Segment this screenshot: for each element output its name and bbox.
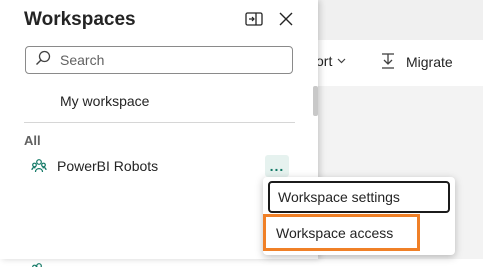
search-input[interactable] — [58, 51, 282, 69]
workspace-item[interactable]: PowerBI Robots — [24, 156, 295, 176]
pin-panel-icon — [245, 11, 263, 31]
workspace-icon-partial — [31, 254, 47, 272]
workspace-icon — [31, 158, 47, 179]
close-panel-button[interactable] — [276, 11, 296, 31]
workspace-label: PowerBI Robots — [57, 158, 159, 174]
migrate-button[interactable]: Migrate — [380, 53, 453, 70]
chevron-down-icon — [337, 58, 346, 64]
import-label: ort — [316, 53, 333, 69]
pin-panel-button[interactable] — [244, 11, 264, 31]
divider — [24, 122, 295, 123]
close-icon — [279, 12, 293, 31]
more-options-button[interactable]: ... — [265, 155, 289, 177]
my-workspace-item[interactable]: My workspace — [60, 93, 149, 109]
section-label-all: All — [24, 133, 41, 148]
context-menu: Workspace settings Workspace access — [263, 177, 455, 255]
search-icon — [26, 50, 51, 71]
menu-item-workspace-settings[interactable]: Workspace settings — [268, 181, 450, 213]
more-options-icon: ... — [269, 158, 285, 174]
scrollbar-thumb[interactable] — [313, 86, 318, 116]
top-bar — [318, 0, 483, 40]
migrate-label: Migrate — [406, 53, 453, 70]
menu-item-workspace-access[interactable]: Workspace access — [268, 217, 450, 249]
import-button[interactable]: ort — [316, 53, 346, 69]
search-box[interactable] — [25, 46, 293, 74]
panel-title: Workspaces — [24, 9, 136, 30]
migrate-icon — [380, 53, 396, 70]
